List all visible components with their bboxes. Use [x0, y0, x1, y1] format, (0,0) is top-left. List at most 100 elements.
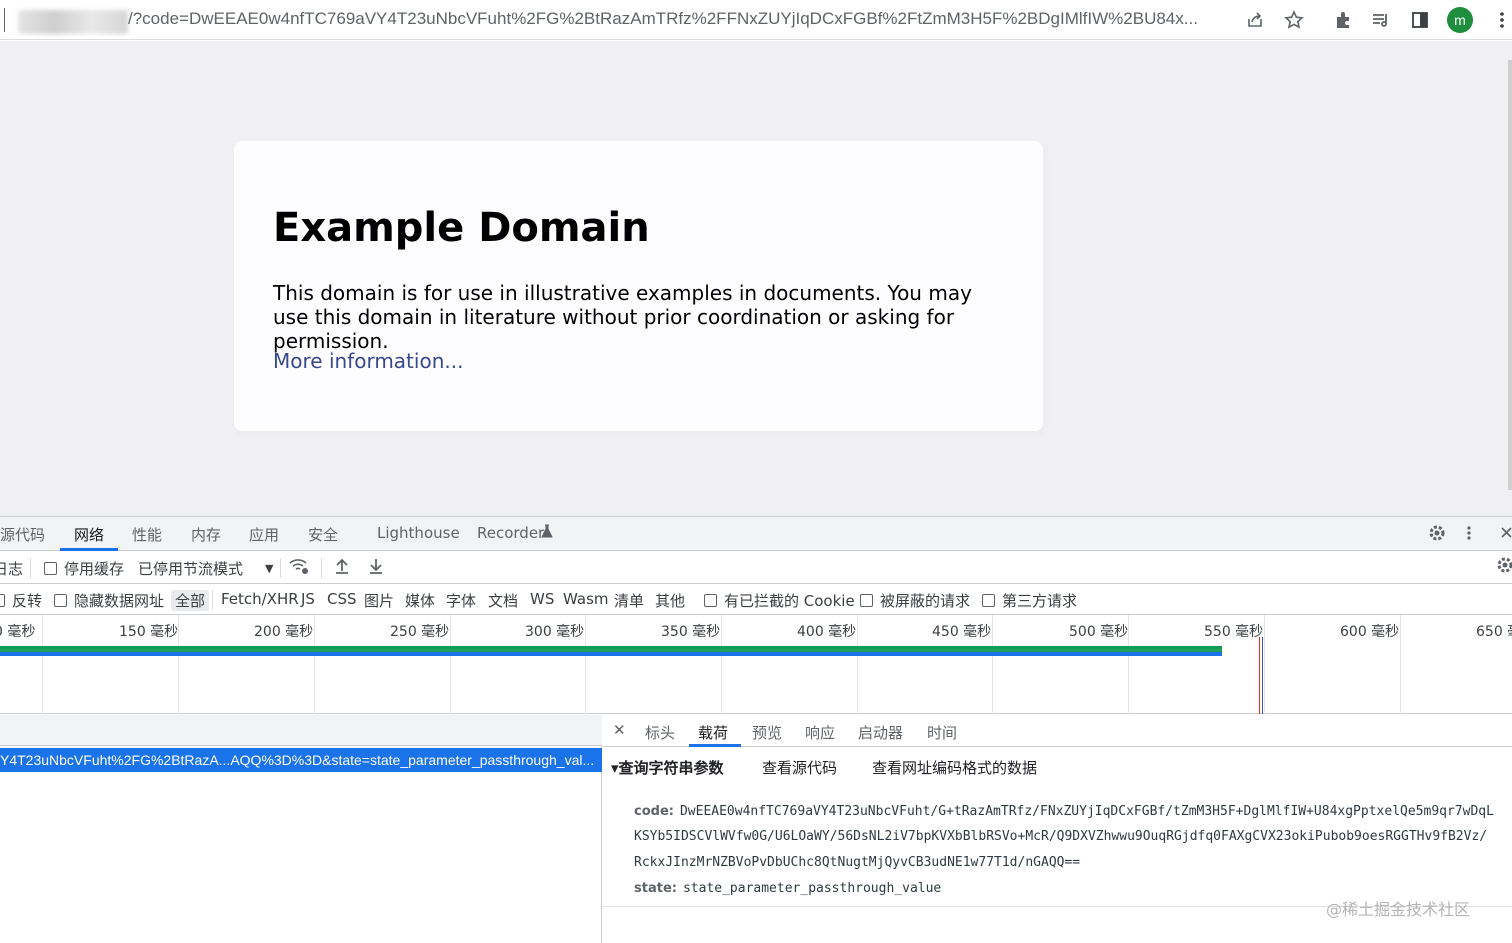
page-description: This domain is for use in illustrative e…	[273, 281, 972, 353]
devtools-tab-bar: 源代码 网络 性能 内存 应用 安全 Lighthouse Recorder	[0, 517, 1512, 551]
checkbox[interactable]	[704, 594, 717, 607]
disable-cache-label: 停用缓存	[64, 560, 125, 578]
timeline-receive-bar	[0, 652, 1222, 656]
star-icon[interactable]	[1280, 6, 1308, 34]
address-bar[interactable]: /?code=DwEEAE0w4nfTC769aVY4T23uNbcVFuht%…	[128, 9, 1228, 29]
request-list: Y4T23uNbcVFuht%2FG%2BtRazA...AQQ%3D%3D&s…	[0, 715, 602, 943]
page-viewport: Example Domain This domain is for use in…	[0, 41, 1512, 516]
tab-performance[interactable]: 性能	[132, 524, 162, 545]
tab-headers[interactable]: 标头	[645, 722, 675, 743]
filter-manifest[interactable]: 清单	[614, 590, 644, 611]
filter-font[interactable]: 字体	[446, 590, 476, 611]
tab-payload[interactable]: 载荷	[698, 722, 728, 743]
dom-content-loaded-marker	[1262, 637, 1263, 714]
query-string-section-toggle[interactable]: ▾查询字符串参数	[611, 757, 724, 778]
filter-fetch-xhr[interactable]: Fetch/XHR	[221, 590, 299, 608]
table-row[interactable]: Y4T23uNbcVFuht%2FG%2BtRazA...AQQ%3D%3D&s…	[0, 748, 602, 772]
tab-memory[interactable]: 内存	[191, 524, 221, 545]
network-timeline[interactable]: 0 毫秒 150 毫秒 200 毫秒 250 毫秒 300 毫秒 350 毫秒 …	[0, 615, 1512, 714]
timeline-gridline	[42, 615, 43, 714]
active-tab-indicator	[60, 548, 118, 551]
timeline-tick: 550 毫秒	[1204, 624, 1264, 640]
close-icon[interactable]	[1500, 524, 1512, 543]
tab-preview[interactable]: 预览	[752, 722, 782, 743]
load-event-marker	[1259, 637, 1260, 714]
side-panel-icon[interactable]	[1406, 6, 1434, 34]
export-har-icon[interactable]	[368, 557, 384, 575]
filter-ws[interactable]: WS	[530, 590, 554, 608]
hide-data-urls-checkbox[interactable]: 隐藏数据网址	[54, 590, 164, 611]
param-code-continued: RckxJInzMrNZBVoPvDbUChc8QtNugtMjQyvCB3ud…	[634, 855, 1081, 870]
timeline-tick: 450 毫秒	[932, 624, 992, 640]
tab-timing[interactable]: 时间	[927, 722, 957, 743]
tab-sources[interactable]: 源代码	[0, 524, 45, 545]
tab-lighthouse[interactable]: Lighthouse	[377, 524, 460, 542]
more-information-link[interactable]: More information...	[273, 349, 463, 373]
timeline-gridline	[450, 615, 451, 714]
view-source-link[interactable]: 查看源代码	[762, 757, 837, 778]
filter-doc[interactable]: 文档	[488, 590, 518, 611]
kebab-menu-icon[interactable]	[1466, 524, 1472, 546]
divider	[280, 558, 281, 578]
extensions-icon[interactable]	[1329, 6, 1357, 34]
media-icon[interactable]	[1367, 6, 1395, 34]
filter-bar: 反转 隐藏数据网址 全部 Fetch/XHR JS CSS 图片 媒体 字体 文…	[0, 584, 1512, 615]
network-conditions-icon[interactable]	[288, 556, 310, 576]
blocked-cookies-label: 有已拦截的 Cookie	[724, 592, 855, 610]
gear-icon[interactable]	[1428, 524, 1446, 546]
network-settings-icon[interactable]	[1496, 556, 1512, 574]
page-scrollbar-thumb[interactable]	[1508, 60, 1512, 490]
active-tab-indicator	[689, 744, 741, 747]
checkbox[interactable]	[982, 594, 995, 607]
filter-js[interactable]: JS	[301, 590, 315, 608]
divider	[30, 558, 31, 578]
network-toolbar: 日志 停用缓存 已停用节流模式 ▼	[0, 552, 1512, 584]
blocked-requests-checkbox[interactable]: 被屏蔽的请求	[860, 590, 970, 611]
divider	[212, 590, 213, 610]
page-heading: Example Domain	[273, 205, 650, 251]
tab-recorder[interactable]: Recorder	[477, 524, 544, 542]
import-har-icon[interactable]	[334, 557, 350, 575]
throttling-label: 已停用节流模式	[138, 560, 244, 578]
timeline-tick: 0 毫秒	[0, 624, 36, 640]
timeline-gridline	[1264, 615, 1265, 714]
invert-checkbox[interactable]: 反转	[0, 590, 42, 611]
checkbox[interactable]	[860, 594, 873, 607]
throttling-select[interactable]: 已停用节流模式 ▼	[138, 558, 273, 579]
filter-all[interactable]: 全部	[171, 590, 210, 611]
browser-toolbar: /?code=DwEEAE0w4nfTC769aVY4T23uNbcVFuht%…	[0, 0, 1512, 40]
filter-other[interactable]: 其他	[655, 590, 685, 611]
tab-initiator[interactable]: 启动器	[858, 722, 903, 743]
timeline-gridline	[314, 615, 315, 714]
checkbox[interactable]	[54, 594, 67, 607]
watermark: @稀土掘金技术社区	[1326, 900, 1471, 919]
tab-response[interactable]: 响应	[805, 722, 835, 743]
hide-data-urls-label: 隐藏数据网址	[74, 592, 165, 610]
query-string-title: ▾查询字符串参数	[611, 759, 724, 777]
checkbox[interactable]	[0, 594, 5, 607]
tab-application[interactable]: 应用	[249, 524, 279, 545]
filter-wasm[interactable]: Wasm	[563, 590, 609, 608]
third-party-checkbox[interactable]: 第三方请求	[982, 590, 1077, 611]
profile-avatar[interactable]: m	[1446, 6, 1474, 34]
timeline-tick: 300 毫秒	[525, 624, 585, 640]
menu-icon[interactable]	[1488, 6, 1512, 34]
request-list-header	[0, 715, 602, 746]
filter-img[interactable]: 图片	[364, 590, 394, 611]
preserve-log-label: 日志	[0, 560, 24, 578]
tab-network[interactable]: 网络	[74, 524, 104, 545]
blocked-cookies-checkbox[interactable]: 有已拦截的 Cookie	[704, 590, 855, 611]
devtools-panel: 源代码 网络 性能 内存 应用 安全 Lighthouse Recorder 日…	[0, 516, 1512, 943]
checkbox[interactable]	[44, 562, 57, 575]
param-key: state:	[634, 881, 677, 896]
disable-cache-checkbox[interactable]: 停用缓存	[44, 558, 124, 579]
view-url-encoded-link[interactable]: 查看网址编码格式的数据	[872, 757, 1037, 778]
close-icon[interactable]: ✕	[613, 721, 626, 739]
tab-security[interactable]: 安全	[308, 524, 338, 545]
filter-media[interactable]: 媒体	[405, 590, 435, 611]
share-icon[interactable]	[1241, 6, 1269, 34]
timeline-tick: 600 毫秒	[1340, 624, 1400, 640]
timeline-gridline	[992, 615, 993, 714]
filter-css[interactable]: CSS	[327, 590, 357, 608]
param-code-continued: KSYb5IDSCVlWVfw0G/U6LOaWY/56DsNL2iV7bpKV…	[634, 829, 1488, 844]
